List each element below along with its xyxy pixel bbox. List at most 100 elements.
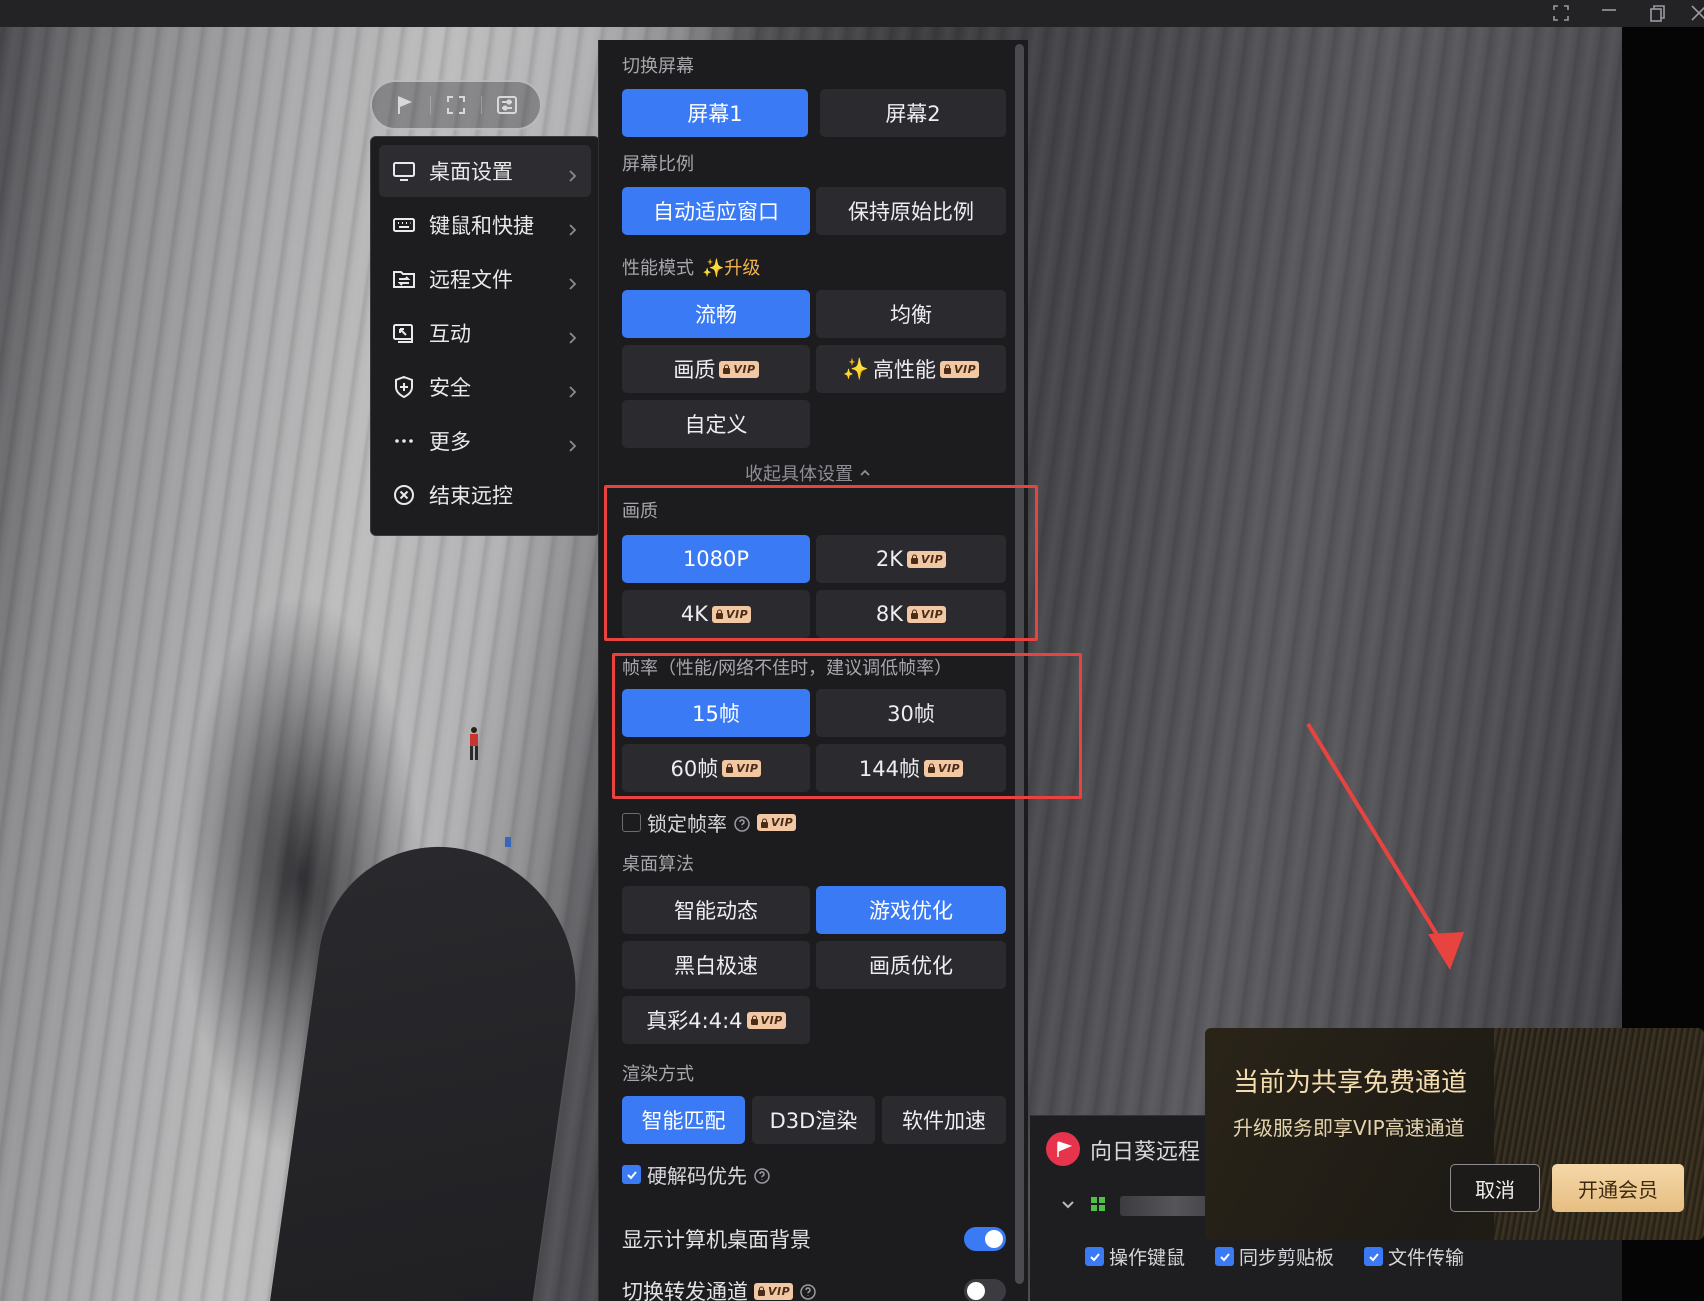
- chevron-down-icon[interactable]: [1060, 1196, 1076, 1216]
- menu-item-desktop-settings[interactable]: 桌面设置: [379, 145, 591, 197]
- help-icon[interactable]: [799, 1282, 817, 1300]
- fps-144-button[interactable]: 144帧 VIP: [816, 744, 1006, 792]
- option-sync-clipboard[interactable]: 同步剪贴板: [1215, 1243, 1334, 1270]
- keep-original-ratio-button[interactable]: 保持原始比例: [816, 187, 1006, 235]
- screen-2-button[interactable]: 屏幕2: [820, 89, 1006, 137]
- algo-quality-button[interactable]: 画质优化: [816, 941, 1006, 989]
- quality-mode-button[interactable]: 画质 VIP: [622, 345, 810, 393]
- help-icon[interactable]: [733, 814, 751, 832]
- render-d3d-button[interactable]: D3D渲染: [752, 1096, 875, 1144]
- restore-icon[interactable]: [1646, 2, 1668, 24]
- promo-title: 当前为共享免费通道: [1233, 1068, 1468, 1098]
- quality-4k-button[interactable]: 4K VIP: [622, 590, 810, 638]
- chevron-right-icon: [565, 218, 579, 236]
- option-file-transfer[interactable]: 文件传输: [1364, 1243, 1464, 1270]
- option-keyboard-mouse[interactable]: 操作键鼠: [1085, 1243, 1185, 1270]
- button-label: 高性能: [872, 358, 936, 382]
- settings-sliders-icon[interactable]: [494, 92, 520, 118]
- chevron-up-icon: [859, 463, 871, 484]
- button-label: 60帧: [670, 757, 719, 781]
- help-icon[interactable]: [753, 1166, 771, 1184]
- app-name: 向日葵远程: [1090, 1140, 1201, 1165]
- algo-smart-button[interactable]: 智能动态: [622, 886, 810, 934]
- button-label: 屏幕1: [687, 102, 743, 126]
- fps-60-button[interactable]: 60帧 VIP: [622, 744, 810, 792]
- vip-text: VIP: [725, 607, 749, 621]
- menu-item-remote-files[interactable]: 远程文件: [379, 253, 591, 305]
- monitor-icon: [391, 158, 417, 184]
- hw-decode-row: 硬解码优先: [622, 1160, 771, 1189]
- flag-icon[interactable]: [392, 92, 418, 118]
- relay-channel-toggle[interactable]: [964, 1279, 1006, 1301]
- smooth-mode-button[interactable]: 流畅: [622, 290, 810, 338]
- vip-text: VIP: [736, 761, 759, 775]
- screen-1-button[interactable]: 屏幕1: [622, 89, 808, 137]
- vip-badge: VIP: [923, 759, 964, 777]
- button-label: 自动适应窗口: [653, 200, 779, 224]
- close-window-icon[interactable]: [1688, 2, 1704, 24]
- promo-cancel-button[interactable]: 取消: [1450, 1164, 1540, 1212]
- chevron-right-icon: [565, 164, 579, 182]
- balanced-mode-button[interactable]: 均衡: [816, 290, 1006, 338]
- menu-item-label: 键鼠和快捷: [429, 214, 534, 238]
- show-wallpaper-toggle[interactable]: [964, 1227, 1006, 1251]
- menu-item-label: 安全: [429, 376, 471, 400]
- fullscreen-icon[interactable]: [443, 92, 469, 118]
- button-label: 智能匹配: [641, 1109, 726, 1133]
- chevron-right-icon: [565, 272, 579, 290]
- quality-1080p-button[interactable]: 1080P: [622, 535, 810, 583]
- algo-bw-button[interactable]: 黑白极速: [622, 941, 810, 989]
- menu-item-more[interactable]: 更多: [379, 415, 591, 467]
- menu-item-interaction[interactable]: 互动: [379, 307, 591, 359]
- promo-subscribe-button[interactable]: 开通会员: [1552, 1164, 1684, 1212]
- vip-badge: VIP: [939, 360, 980, 378]
- button-label: 流畅: [695, 303, 737, 327]
- option-checkbox[interactable]: [1085, 1247, 1104, 1266]
- menu-item-keyboard-shortcuts[interactable]: 键鼠和快捷: [379, 199, 591, 251]
- menu-item-security[interactable]: 安全: [379, 361, 591, 413]
- menu-item-end-remote[interactable]: 结束远控: [379, 469, 591, 521]
- section-title-quality: 画质: [622, 501, 658, 522]
- hw-decode-checkbox[interactable]: [622, 1165, 641, 1184]
- menu-item-label: 结束远控: [429, 484, 513, 508]
- collapse-details-toggle[interactable]: 收起具体设置: [745, 460, 871, 486]
- relay-channel-row: 切换转发通道 VIP: [622, 1276, 1006, 1301]
- button-label: 30帧: [887, 702, 935, 726]
- quality-8k-button[interactable]: 8K VIP: [816, 590, 1006, 638]
- render-software-button[interactable]: 软件加速: [882, 1096, 1006, 1144]
- button-label: 画质: [673, 358, 716, 382]
- quality-2k-button[interactable]: 2K VIP: [816, 535, 1006, 583]
- minimize-icon[interactable]: [1598, 2, 1620, 24]
- vip-badge: VIP: [722, 759, 762, 777]
- button-label: 4K: [680, 602, 708, 626]
- chevron-right-icon: [565, 434, 579, 452]
- custom-mode-button[interactable]: 自定义: [622, 400, 810, 448]
- button-label: 智能动态: [674, 899, 758, 923]
- fps-15-button[interactable]: 15帧: [622, 689, 810, 737]
- section-title-screen-ratio: 屏幕比例: [622, 154, 694, 175]
- option-checkbox[interactable]: [1364, 1247, 1384, 1266]
- option-checkbox[interactable]: [1215, 1247, 1235, 1266]
- sparkle-icon: ✨: [842, 356, 869, 381]
- relay-channel-label-group: 切换转发通道 VIP: [622, 1276, 817, 1301]
- algo-game-button[interactable]: 游戏优化: [816, 886, 1006, 934]
- show-wallpaper-row: 显示计算机桌面背景: [622, 1224, 1006, 1254]
- lock-fps-checkbox[interactable]: [622, 813, 641, 832]
- upgrade-link[interactable]: ✨升级: [702, 254, 760, 280]
- render-smart-button[interactable]: 智能匹配: [622, 1096, 745, 1144]
- fps-30-button[interactable]: 30帧: [816, 689, 1006, 737]
- algo-truecolor-button[interactable]: 真彩4:4:4 VIP: [622, 996, 810, 1044]
- section-title-algorithm: 桌面算法: [622, 854, 694, 875]
- section-title-text: 性能模式: [622, 258, 694, 279]
- vip-badge: VIP: [719, 360, 759, 378]
- promo-subtitle: 升级服务即享VIP高速通道: [1233, 1116, 1465, 1140]
- button-label: 1080P: [682, 547, 750, 571]
- climber-figure: [470, 727, 478, 760]
- auto-fit-window-button[interactable]: 自动适应窗口: [622, 187, 810, 235]
- remote-desktop-window: 桌面设置 键鼠和快捷 远程文件 互动 安全 更多 结束远控 切换屏幕 屏幕1 屏…: [0, 0, 1704, 1301]
- button-label: 真彩4:4:4: [646, 1009, 743, 1033]
- high-performance-mode-button[interactable]: ✨ 高性能 VIP: [816, 345, 1006, 393]
- menu-item-label: 远程文件: [429, 268, 513, 292]
- fullscreen-icon[interactable]: [1550, 2, 1572, 24]
- more-icon: [391, 428, 417, 454]
